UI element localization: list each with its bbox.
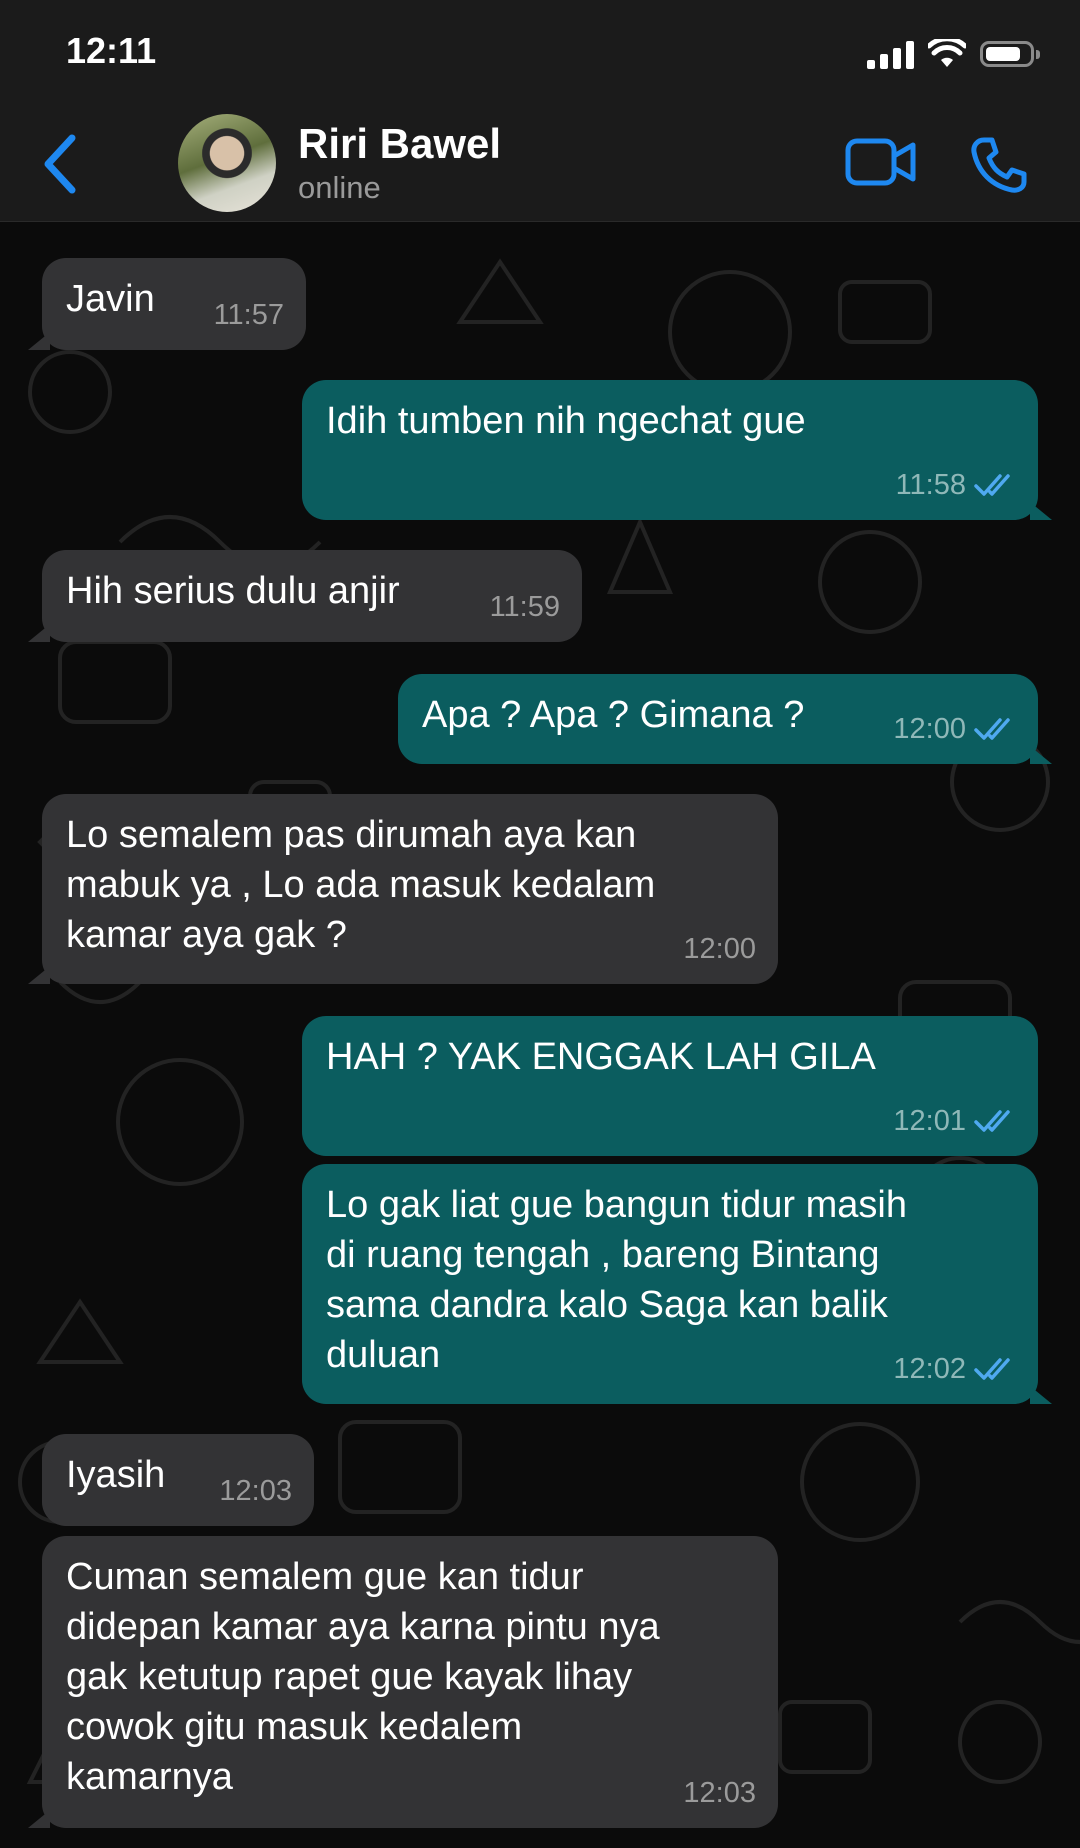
message-time: 12:01 — [893, 1105, 966, 1137]
wifi-icon — [928, 39, 966, 67]
message-bubble-outgoing[interactable]: HAH ? YAK ENGGAK LAH GILA 12:01 — [302, 1016, 1038, 1156]
message-meta: 11:59 — [490, 582, 560, 632]
message-time: 12:00 — [683, 933, 756, 965]
message-time: 11:58 — [895, 469, 966, 501]
bubble-tail — [1030, 746, 1052, 764]
message-time: 11:59 — [489, 591, 560, 623]
message-time: 12:02 — [893, 1353, 966, 1385]
message-text: Idih tumben nih ngechat gue — [326, 400, 806, 442]
message-text: Hih serius dulu anjir — [66, 570, 400, 612]
message-bubble-outgoing[interactable]: Lo gak liat gue bangun tidur masih di ru… — [302, 1164, 1052, 1404]
cellular-signal-icon — [867, 39, 914, 69]
message-bubble-outgoing[interactable]: Idih tumben nih ngechat gue 11:58 — [302, 380, 1052, 520]
message-time: 11:57 — [213, 299, 284, 331]
message-time: 12:03 — [683, 1777, 756, 1809]
message-text: HAH ? YAK ENGGAK LAH GILA — [326, 1036, 876, 1078]
message-meta: 12:03 — [219, 1466, 292, 1516]
status-time: 12:11 — [66, 30, 157, 71]
message-meta: 11:57 — [214, 290, 284, 340]
battery-icon — [980, 41, 1040, 67]
status-icons — [867, 34, 1040, 74]
avatar[interactable] — [178, 114, 276, 212]
message-bubble-incoming[interactable]: Cuman semalem gue kan tidur didepan kama… — [28, 1536, 778, 1828]
read-receipt-icon — [974, 1358, 1010, 1380]
bubble-tail — [1030, 502, 1052, 520]
message-text: Cuman semalem gue kan tidur didepan kama… — [66, 1556, 660, 1798]
message-meta: 12:02 — [893, 1344, 1016, 1394]
message-bubble-outgoing[interactable]: Apa ? Apa ? Gimana ? 12:00 — [398, 674, 1052, 764]
read-receipt-icon — [974, 474, 1010, 496]
bubble-tail — [28, 624, 50, 642]
message-bubble-incoming[interactable]: Javin 11:57 — [28, 258, 306, 350]
bubble-tail — [28, 966, 50, 984]
chat-header: 12:11 Riri Bawel online — [0, 0, 1080, 222]
message-list[interactable]: Javin 11:57 Idih tumben nih ngechat gue … — [0, 222, 1080, 1848]
message-meta: 12:01 — [893, 1096, 1016, 1146]
read-receipt-icon — [974, 1110, 1010, 1132]
message-meta: 12:03 — [683, 1768, 756, 1818]
message-meta: 12:00 — [893, 704, 1016, 754]
contact-name[interactable]: Riri Bawel — [298, 120, 501, 168]
video-call-icon[interactable] — [845, 136, 917, 188]
message-time: 12:00 — [893, 713, 966, 745]
back-chevron-icon[interactable] — [40, 132, 80, 196]
read-receipt-icon — [974, 718, 1010, 740]
bubble-tail — [28, 1810, 50, 1828]
message-bubble-incoming[interactable]: Hih serius dulu anjir 11:59 — [28, 550, 582, 642]
bubble-tail — [1030, 1386, 1052, 1404]
message-text: Lo semalem pas dirumah aya kan mabuk ya … — [66, 814, 656, 956]
message-meta: 11:58 — [896, 460, 1016, 510]
message-time: 12:03 — [219, 1475, 292, 1507]
bubble-tail — [28, 332, 50, 350]
message-bubble-incoming[interactable]: Iyasih 12:03 — [42, 1434, 314, 1526]
phone-call-icon[interactable] — [970, 136, 1028, 194]
contact-status: online — [298, 170, 381, 205]
message-bubble-incoming[interactable]: Lo semalem pas dirumah aya kan mabuk ya … — [28, 794, 778, 984]
message-meta: 12:00 — [683, 924, 756, 974]
